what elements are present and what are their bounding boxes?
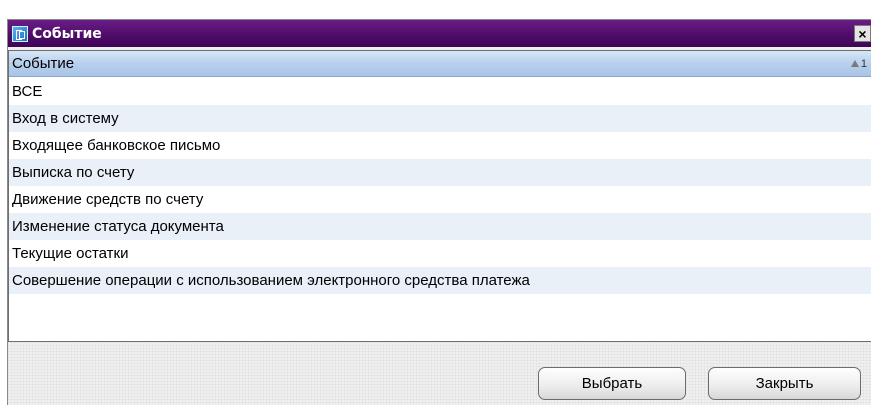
select-button[interactable]: Выбрать [538,367,686,400]
window-title: Событие [32,25,102,42]
list-item[interactable]: Движение средств по счету [9,186,871,213]
event-table: Событие 1 ВСЕ Вход в систему Входящее ба… [8,50,871,342]
app-icon [12,25,28,42]
list-item[interactable]: Совершение операции с использованием эле… [9,267,871,294]
close-icon[interactable]: × [854,25,871,42]
column-header-label: Событие [12,55,75,72]
list-item[interactable]: Выписка по счету [9,159,871,186]
list-item[interactable]: Вход в систему [9,105,871,132]
list-item[interactable]: Текущие остатки [9,240,871,267]
button-panel: Выбрать Закрыть [8,342,871,405]
list-item[interactable]: Изменение статуса документа [9,213,871,240]
list-item[interactable]: ВСЕ [9,78,871,105]
event-list: ВСЕ Вход в систему Входящее банковское п… [9,78,871,294]
sort-ascending-icon [850,60,859,67]
sort-order: 1 [860,57,867,70]
event-dialog: Событие × Событие 1 ВСЕ Вход в систему В… [7,19,871,405]
column-header-event[interactable]: Событие 1 [9,51,871,77]
sort-indicator: 1 [850,57,867,70]
list-item[interactable]: Входящее банковское письмо [9,132,871,159]
title-bar[interactable]: Событие × [8,20,871,47]
close-button[interactable]: Закрыть [708,367,861,400]
